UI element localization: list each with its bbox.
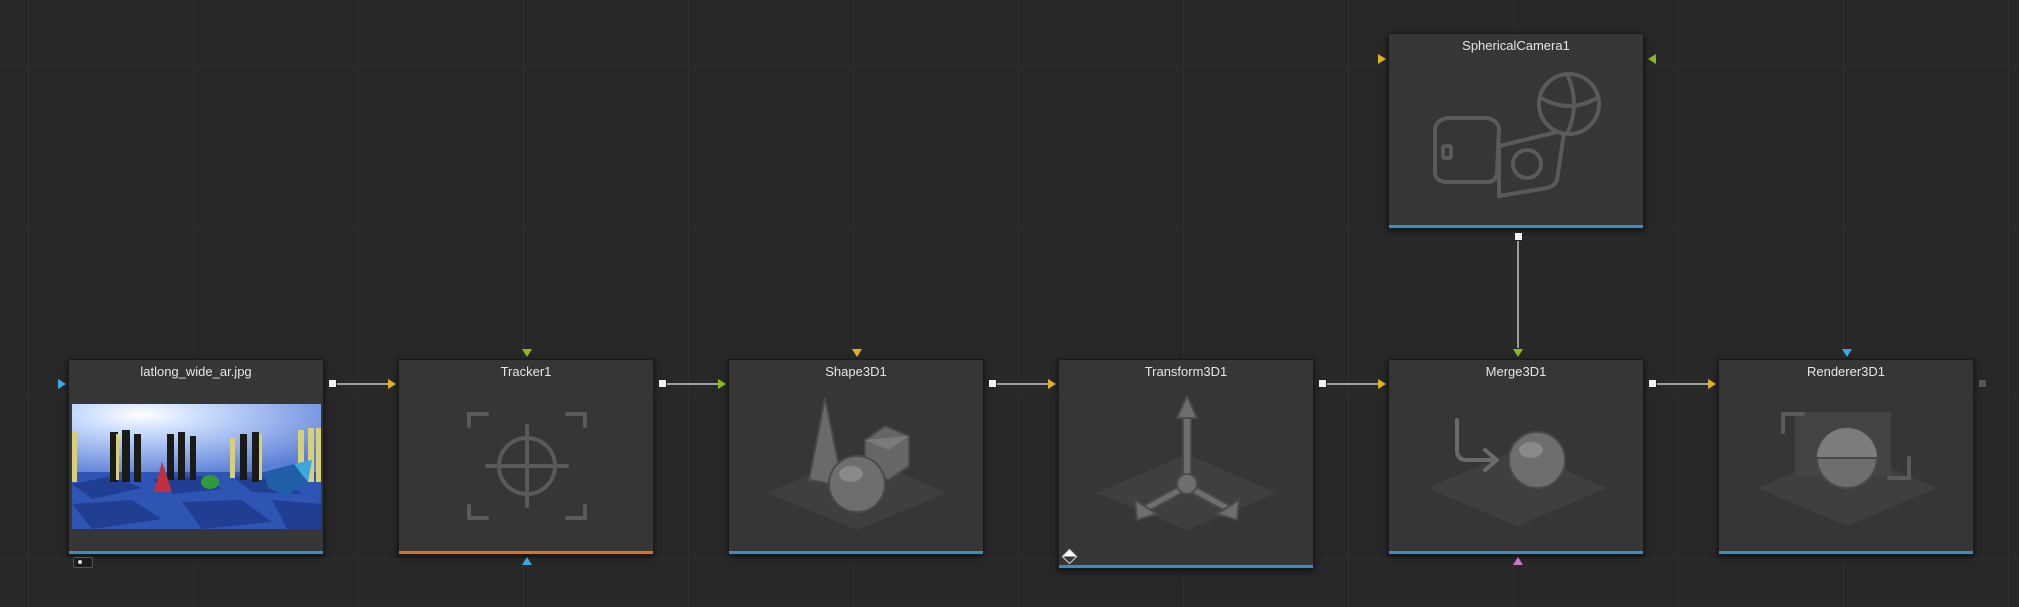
keyframe-icon [1061, 548, 1078, 565]
render-frame-sphere-icon [1757, 412, 1937, 526]
loader-thumbnail [72, 404, 321, 529]
camera-image-input[interactable] [1648, 54, 1656, 64]
node-title: SphericalCamera1 [1462, 38, 1570, 53]
node-status-bar [1389, 551, 1643, 554]
tracker-node[interactable]: Tracker1 [398, 359, 654, 555]
node-status-bar [729, 551, 983, 554]
transform3d-output[interactable] [1318, 379, 1327, 388]
node-title: Merge3D1 [1485, 364, 1547, 379]
node-editor-canvas[interactable]: latlong_wide_ar.jpg Tracker1 Shape3D1 Tr… [0, 0, 2019, 607]
renderer3d-effect-mask-input[interactable] [1842, 349, 1852, 357]
shape3d-node[interactable]: Shape3D1 [728, 359, 984, 555]
tracker-effect-mask-input[interactable] [522, 557, 532, 565]
spherical-camera-icon [1433, 72, 1601, 198]
merge3d-output[interactable] [1648, 379, 1657, 388]
merge3d-node[interactable]: Merge3D1 [1388, 359, 1644, 555]
crosshair-tracker-icon [467, 412, 587, 520]
merge3d-background-input[interactable] [1378, 379, 1386, 389]
tracker-mask-input[interactable] [522, 349, 532, 357]
3d-axes-icon [1097, 393, 1277, 530]
shape3d-output[interactable] [988, 379, 997, 388]
transform3d-input[interactable] [1048, 379, 1056, 389]
node-title: Transform3D1 [1144, 364, 1228, 379]
merge3d-extra-input[interactable] [1513, 557, 1523, 565]
loader-input[interactable] [58, 379, 66, 389]
view-indicator-icon[interactable] [73, 557, 93, 568]
node-status-bar [1719, 551, 1973, 554]
node-status-bar [1389, 225, 1643, 228]
camera-output[interactable] [1514, 232, 1523, 241]
node-title: Shape3D1 [825, 364, 887, 379]
camera-input[interactable] [1378, 54, 1386, 64]
node-status-bar [1059, 565, 1313, 568]
shape3d-material-input[interactable] [852, 349, 862, 357]
merge-arrow-sphere-icon [1427, 418, 1607, 526]
shape3d-input[interactable] [718, 379, 726, 389]
renderer3d-input[interactable] [1708, 379, 1716, 389]
camera-node[interactable]: SphericalCamera1 [1388, 33, 1644, 229]
node-status-bar [399, 551, 653, 554]
tracker-output[interactable] [658, 379, 667, 388]
renderer3d-node[interactable]: Renderer3D1 [1718, 359, 1974, 555]
merge3d-scene-input[interactable] [1513, 349, 1523, 357]
transform3d-node[interactable]: Transform3D1 [1058, 359, 1314, 569]
renderer3d-output[interactable] [1978, 379, 1987, 388]
loader-node[interactable]: latlong_wide_ar.jpg [68, 359, 324, 568]
cone-sphere-cube-icon [767, 397, 947, 530]
node-title: Renderer3D1 [1806, 364, 1886, 379]
node-status-bar [69, 551, 323, 554]
loader-output[interactable] [328, 379, 337, 388]
tracker-input[interactable] [388, 379, 396, 389]
node-title: Tracker1 [500, 364, 552, 379]
node-title: latlong_wide_ar.jpg [140, 364, 252, 379]
